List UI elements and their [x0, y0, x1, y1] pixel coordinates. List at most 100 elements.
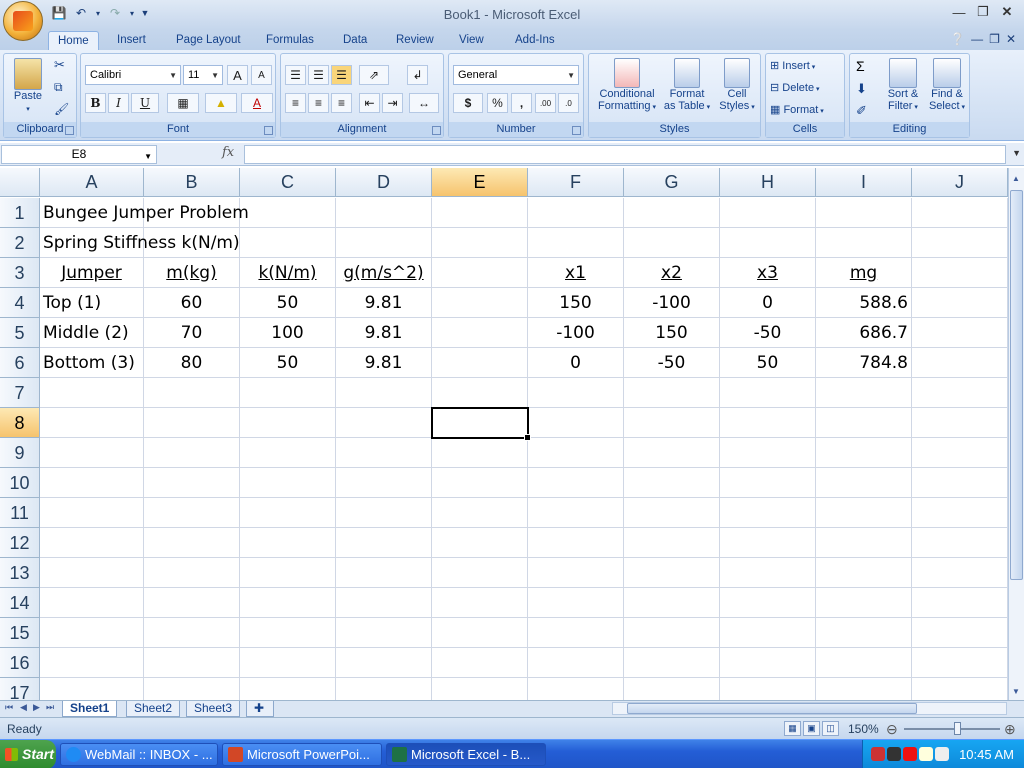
zoom-level[interactable]: 150%: [848, 722, 879, 736]
grid-cell[interactable]: [624, 528, 720, 558]
underline-button[interactable]: U: [131, 93, 159, 113]
grid-cell[interactable]: [40, 498, 144, 528]
grid-cell[interactable]: [432, 648, 528, 678]
row-header-14[interactable]: 14: [0, 588, 40, 618]
grid-cell[interactable]: [432, 468, 528, 498]
find-select-button[interactable]: Find & Select ▾: [926, 58, 968, 114]
font-color-icon[interactable]: A: [241, 93, 273, 113]
sheet-tab-sheet3[interactable]: Sheet3: [186, 701, 241, 717]
grid-cell[interactable]: [624, 678, 720, 700]
grid-cell[interactable]: [528, 228, 624, 258]
grid-cell[interactable]: [720, 198, 816, 228]
conditional-formatting-button[interactable]: Conditional Formatting ▾: [592, 58, 662, 114]
next-sheet-icon[interactable]: ▶: [33, 702, 40, 713]
grid-cell[interactable]: [336, 468, 432, 498]
grid-cell[interactable]: [240, 378, 336, 408]
expand-formula-bar-icon[interactable]: ▼: [1012, 148, 1021, 158]
cell-d4[interactable]: 9.81: [336, 288, 432, 318]
cell-d6[interactable]: 9.81: [336, 348, 432, 378]
tray-app-icon[interactable]: [871, 747, 885, 761]
grid-cell[interactable]: [816, 618, 912, 648]
tab-home[interactable]: Home: [48, 31, 99, 50]
grid-cell[interactable]: [240, 678, 336, 700]
column-header-d[interactable]: D: [336, 168, 432, 197]
grid-cell[interactable]: [240, 198, 336, 228]
grid-cell[interactable]: [912, 348, 1008, 378]
grid-cell[interactable]: [528, 378, 624, 408]
grid-cell[interactable]: [40, 588, 144, 618]
grid-cell[interactable]: [720, 648, 816, 678]
grid-cell[interactable]: [336, 528, 432, 558]
grid-cell[interactable]: [144, 678, 240, 700]
bold-button[interactable]: B: [85, 93, 106, 113]
grid-cell[interactable]: [336, 438, 432, 468]
grid-cell[interactable]: [144, 408, 240, 438]
grid-cell[interactable]: [432, 558, 528, 588]
grid-cell[interactable]: [528, 468, 624, 498]
row-header-17[interactable]: 17: [0, 678, 40, 700]
grid-cell[interactable]: [336, 558, 432, 588]
grid-cell[interactable]: [720, 558, 816, 588]
fill-icon[interactable]: ⬇: [856, 82, 867, 95]
cell-h6[interactable]: 50: [720, 348, 816, 378]
spreadsheet-grid[interactable]: A B C D E F G H I J 1 2 3 4 5 6 7 8 9 10…: [0, 168, 1008, 700]
column-header-i[interactable]: I: [816, 168, 912, 197]
grid-cell[interactable]: [336, 588, 432, 618]
font-family-select[interactable]: Calibri ▼: [85, 65, 181, 85]
row-header-2[interactable]: 2: [0, 228, 40, 258]
grid-cell[interactable]: [816, 528, 912, 558]
grid-cell[interactable]: [144, 618, 240, 648]
grid-cell[interactable]: [816, 678, 912, 700]
cell-h5[interactable]: -50: [720, 318, 816, 348]
row-header-12[interactable]: 12: [0, 528, 40, 558]
grid-cell[interactable]: [432, 438, 528, 468]
tab-data[interactable]: Data: [334, 31, 376, 50]
restore-icon[interactable]: ❐: [972, 2, 994, 22]
grid-cell[interactable]: [144, 438, 240, 468]
cell-i3[interactable]: mg: [816, 258, 912, 288]
grid-cell[interactable]: [912, 318, 1008, 348]
grid-cell[interactable]: [144, 588, 240, 618]
grid-cell[interactable]: [816, 468, 912, 498]
currency-button[interactable]: $: [453, 93, 483, 113]
column-header-a[interactable]: A: [40, 168, 144, 197]
grid-cell[interactable]: [528, 498, 624, 528]
tray-network-icon[interactable]: [887, 747, 901, 761]
grid-cell[interactable]: [432, 408, 528, 438]
cut-icon[interactable]: ✂: [54, 58, 65, 71]
wrap-text-icon[interactable]: ↲: [407, 65, 428, 85]
tray-antivirus-icon[interactable]: [903, 747, 917, 761]
office-button[interactable]: [3, 1, 43, 41]
format-as-table-button[interactable]: Format as Table ▾: [661, 58, 713, 114]
grid-cell[interactable]: [432, 378, 528, 408]
grid-cell[interactable]: [432, 348, 528, 378]
name-box[interactable]: E8 ▼: [1, 145, 157, 164]
format-painter-icon[interactable]: 🖌: [54, 103, 69, 115]
grid-cell[interactable]: [40, 528, 144, 558]
align-left-icon[interactable]: ≡: [285, 93, 306, 113]
grid-cell[interactable]: [816, 198, 912, 228]
grid-cell[interactable]: [624, 618, 720, 648]
zoom-out-icon[interactable]: ⊖: [886, 721, 898, 738]
align-bottom-icon[interactable]: ☰: [331, 65, 352, 85]
cell-b5[interactable]: 70: [144, 318, 240, 348]
grid-cell[interactable]: [528, 438, 624, 468]
grid-cell[interactable]: [40, 378, 144, 408]
help-icon[interactable]: ❔: [950, 32, 965, 46]
copy-icon[interactable]: ⧉: [54, 81, 63, 93]
tab-review[interactable]: Review: [387, 31, 443, 50]
grid-cell[interactable]: [816, 438, 912, 468]
grid-cell[interactable]: [912, 498, 1008, 528]
cell-g4[interactable]: -100: [624, 288, 720, 318]
grid-cell[interactable]: [144, 468, 240, 498]
grid-cell[interactable]: [432, 288, 528, 318]
taskbar-item-powerpoint[interactable]: Microsoft PowerPoi...: [222, 743, 382, 766]
paste-button[interactable]: Paste ▾: [8, 58, 48, 116]
first-sheet-icon[interactable]: ⏮: [5, 702, 13, 713]
grid-cell[interactable]: [528, 198, 624, 228]
grid-cell[interactable]: [432, 618, 528, 648]
grid-cell[interactable]: [720, 678, 816, 700]
cell-a4[interactable]: Top (1): [40, 288, 144, 318]
grid-cell[interactable]: [912, 618, 1008, 648]
grid-cell[interactable]: [624, 228, 720, 258]
